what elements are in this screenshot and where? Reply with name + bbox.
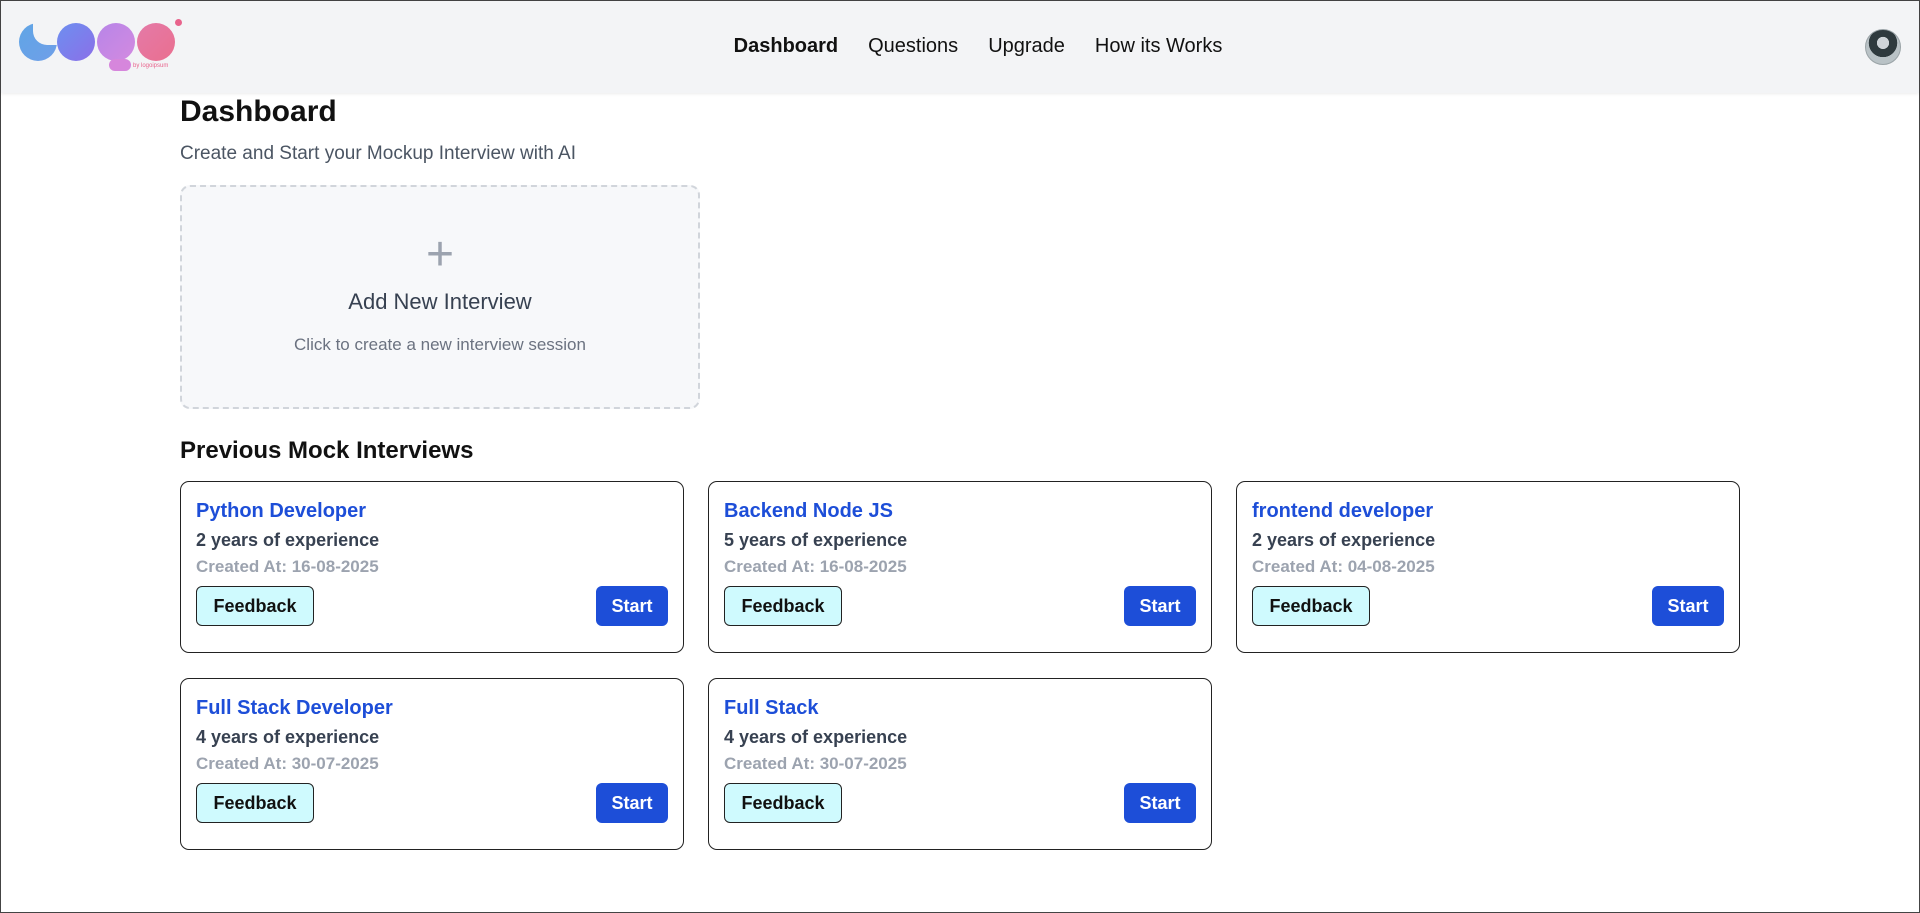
add-new-interview-card[interactable]: + Add New Interview Click to create a ne… (180, 185, 700, 409)
feedback-button[interactable]: Feedback (196, 586, 314, 626)
page-subtitle: Create and Start your Mockup Interview w… (180, 143, 577, 164)
interview-role: Python Developer (196, 500, 367, 522)
nav-item-how-it-works[interactable]: How its Works (1095, 35, 1222, 58)
interview-card: Full Stack Developer 4 years of experien… (180, 678, 684, 850)
nav-item-questions[interactable]: Questions (868, 35, 958, 58)
interview-created-date: Created At: 04-08-2025 (1252, 557, 1435, 576)
interview-role: frontend developer (1252, 500, 1434, 522)
interview-experience: 4 years of experience (724, 727, 908, 747)
start-button[interactable]: Start (1124, 586, 1196, 626)
feedback-button[interactable]: Feedback (1252, 586, 1370, 626)
interview-created-date: Created At: 16-08-2025 (196, 557, 379, 576)
logo-shape (109, 59, 131, 71)
start-button[interactable]: Start (1652, 586, 1724, 626)
previous-interviews-heading: Previous Mock Interviews (180, 437, 474, 464)
plus-icon: + (425, 228, 455, 281)
interview-experience: 2 years of experience (1252, 530, 1436, 550)
interview-experience: 5 years of experience (724, 530, 908, 550)
nav-item-dashboard[interactable]: Dashboard (734, 35, 838, 58)
user-avatar[interactable] (1865, 29, 1901, 65)
interview-created-date: Created At: 30-07-2025 (724, 754, 907, 773)
interview-role: Full Stack (724, 697, 819, 719)
interview-experience: 4 years of experience (196, 727, 380, 747)
interview-card: Python Developer 2 years of experience C… (180, 481, 684, 653)
interview-created-date: Created At: 16-08-2025 (724, 557, 907, 576)
add-interview-hint: Click to create a new interview session (294, 335, 586, 354)
interview-grid: Python Developer 2 years of experience C… (180, 481, 1740, 850)
logo-tagline: by logoipsum (133, 63, 169, 69)
interview-card: frontend developer 2 years of experience… (1236, 481, 1740, 653)
nav-item-upgrade[interactable]: Upgrade (988, 35, 1065, 58)
top-header: by logoipsum Dashboard Questions Upgrade… (1, 1, 1919, 93)
logo-shape (175, 19, 182, 26)
start-button[interactable]: Start (1124, 783, 1196, 823)
interview-card: Full Stack 4 years of experience Created… (708, 678, 1212, 850)
add-interview-title: Add New Interview (348, 289, 532, 314)
interview-created-date: Created At: 30-07-2025 (196, 754, 379, 773)
main-nav: Dashboard Questions Upgrade How its Work… (1, 35, 1919, 58)
feedback-button[interactable]: Feedback (724, 586, 842, 626)
main-content: Dashboard Create and Start your Mockup I… (180, 93, 1740, 850)
feedback-button[interactable]: Feedback (724, 783, 842, 823)
feedback-button[interactable]: Feedback (196, 783, 314, 823)
start-button[interactable]: Start (596, 783, 668, 823)
interview-role: Full Stack Developer (196, 697, 393, 719)
start-button[interactable]: Start (596, 586, 668, 626)
interview-experience: 2 years of experience (196, 530, 380, 550)
page-title: Dashboard (180, 95, 337, 128)
interview-card: Backend Node JS 5 years of experience Cr… (708, 481, 1212, 653)
interview-role: Backend Node JS (724, 500, 893, 522)
